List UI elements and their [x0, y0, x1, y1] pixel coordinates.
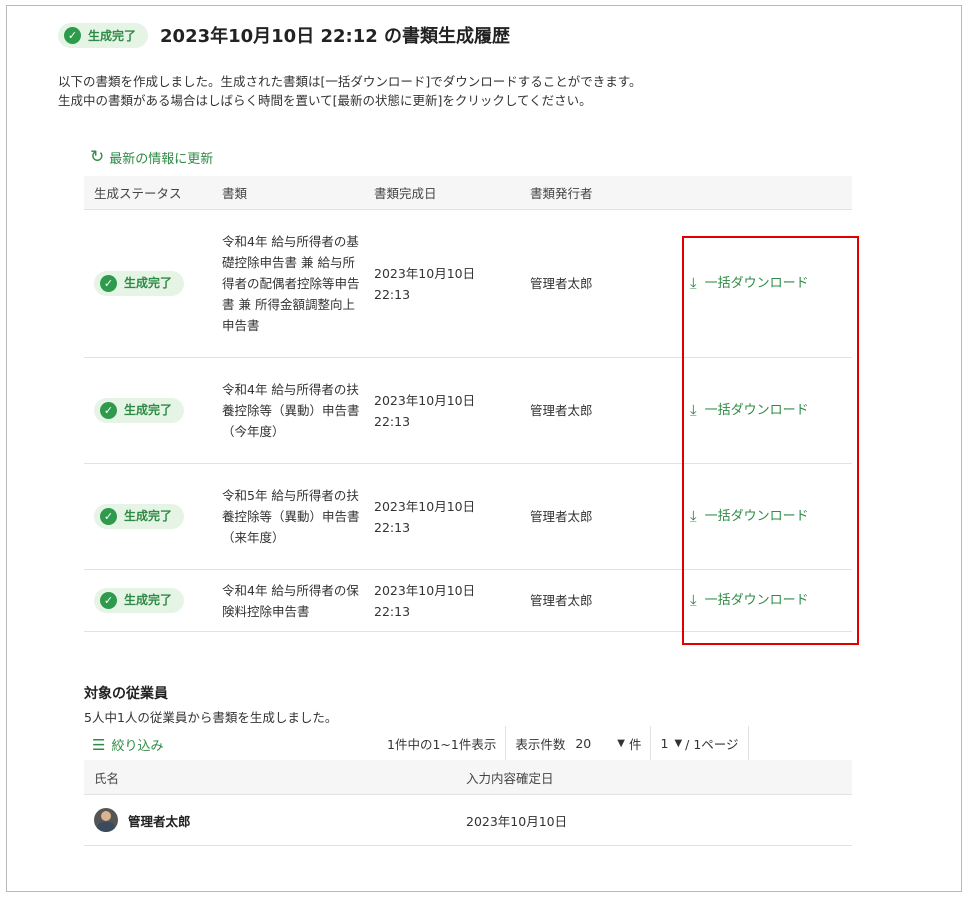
check-circle-icon: ✓	[100, 402, 117, 419]
status-badge-label: 生成完了	[88, 28, 137, 43]
status-badge: ✓ 生成完了	[94, 271, 185, 296]
page-control: 1 ▼ / 1ページ	[651, 726, 749, 760]
per-page-control: 表示件数 20 ▼ 件	[506, 726, 652, 760]
bulk-download-label: 一括ダウンロード	[704, 509, 809, 524]
refresh-icon: ↻	[90, 147, 105, 167]
result-range: 1件中の1~1件表示	[378, 726, 507, 760]
pagination: 1件中の1~1件表示 表示件数 20 ▼ 件 1 ▼ / 1ページ	[378, 726, 749, 760]
refresh-label: 最新の情報に更新	[109, 152, 214, 167]
bulk-download-button[interactable]: ⤓ 一括ダウンロード	[690, 590, 809, 611]
employees-table: 氏名 入力内容確定日 管理者太郎 2023年10月10日	[84, 760, 852, 846]
per-page-unit: 件	[628, 736, 642, 752]
completed-time: 22:13	[374, 413, 411, 429]
download-icon: ⤓	[690, 274, 697, 292]
table-row[interactable]: 管理者太郎 2023年10月10日	[84, 794, 852, 846]
column-header-issuer: 書類発行者	[530, 176, 680, 210]
dropdown-arrow-icon: ▼	[674, 737, 683, 749]
check-circle-icon: ✓	[100, 508, 117, 525]
bulk-download-label: 一括ダウンロード	[704, 403, 809, 418]
issuer-name: 管理者太郎	[530, 209, 680, 358]
status-label: 生成完了	[124, 509, 173, 523]
status-label: 生成完了	[124, 276, 173, 290]
page-total: / 1ページ	[685, 736, 739, 752]
document-name: 令和4年 給与所得者の扶養控除等（異動）申告書（今年度）	[222, 382, 360, 439]
page-header: ✓ 生成完了 2023年10月10日 22:12 の書類生成履歴	[58, 22, 510, 48]
per-page-value: 20	[575, 735, 592, 751]
column-header-completed-date: 書類完成日	[374, 176, 530, 210]
completed-date: 2023年10月10日	[374, 392, 476, 408]
documents-table: 生成ステータス 書類 書類完成日 書類発行者 ✓ 生成完了 令和4年 給与所得者…	[84, 176, 852, 632]
status-label: 生成完了	[124, 593, 173, 607]
page-value: 1	[660, 735, 669, 751]
description-line-2: 生成中の書類がある場合はしばらく時間を置いて[最新の状態に更新]をクリックしてく…	[58, 93, 592, 108]
employees-title: 対象の従業員	[84, 686, 168, 702]
completed-time: 22:13	[374, 603, 411, 619]
filter-icon: ☰	[92, 735, 106, 754]
completed-date: 2023年10月10日	[374, 498, 476, 514]
documents-header-row: 生成ステータス 書類 書類完成日 書類発行者	[84, 176, 852, 210]
status-badge: ✓ 生成完了	[94, 588, 185, 613]
completed-time: 22:13	[374, 286, 411, 302]
dropdown-arrow-icon: ▼	[617, 737, 625, 749]
bulk-download-button[interactable]: ⤓ 一括ダウンロード	[690, 273, 809, 294]
bulk-download-label: 一括ダウンロード	[704, 593, 809, 608]
employees-subtitle: 5人中1人の従業員から書類を生成しました。	[84, 710, 338, 725]
completed-time: 22:13	[374, 519, 411, 535]
filter-button[interactable]: ☰ 絞り込み	[92, 735, 164, 755]
status-label: 生成完了	[124, 403, 173, 417]
document-name: 令和4年 給与所得者の基礎控除申告書 兼 給与所得者の配偶者控除等申告書 兼 所…	[222, 234, 360, 333]
employee-name: 管理者太郎	[128, 813, 191, 829]
refresh-button[interactable]: ↻ 最新の情報に更新	[90, 147, 214, 168]
check-circle-icon: ✓	[100, 275, 117, 292]
employees-header-row: 氏名 入力内容確定日	[84, 760, 852, 795]
issuer-name: 管理者太郎	[530, 357, 680, 464]
document-name: 令和4年 給与所得者の保険料控除申告書	[222, 582, 359, 619]
description-line-1: 以下の書類を作成しました。生成された書類は[一括ダウンロード]でダウンロードする…	[58, 74, 642, 89]
completed-date: 2023年10月10日	[374, 582, 476, 598]
document-name: 令和5年 給与所得者の扶養控除等（異動）申告書（来年度）	[222, 488, 360, 545]
issuer-name: 管理者太郎	[530, 569, 680, 632]
download-icon: ⤓	[690, 507, 697, 525]
column-header-action	[680, 176, 852, 210]
check-circle-icon: ✓	[100, 592, 117, 609]
page-title: 2023年10月10日 22:12 の書類生成履歴	[160, 26, 511, 47]
status-badge: ✓ 生成完了	[58, 22, 149, 48]
status-badge: ✓ 生成完了	[94, 504, 185, 529]
bulk-download-button[interactable]: ⤓ 一括ダウンロード	[690, 400, 809, 421]
avatar	[94, 808, 118, 832]
column-header-status: 生成ステータス	[84, 176, 222, 210]
status-badge: ✓ 生成完了	[94, 398, 185, 423]
description: 以下の書類を作成しました。生成された書類は[一括ダウンロード]でダウンロードする…	[58, 72, 642, 110]
table-row: ✓ 生成完了 令和4年 給与所得者の扶養控除等（異動）申告書（今年度） 2023…	[84, 357, 852, 464]
confirmed-date: 2023年10月10日	[466, 794, 852, 846]
table-row: ✓ 生成完了 令和4年 給与所得者の保険料控除申告書 2023年10月10日 2…	[84, 569, 852, 632]
per-page-label: 表示件数	[515, 736, 566, 752]
issuer-name: 管理者太郎	[530, 463, 680, 570]
table-row: ✓ 生成完了 令和5年 給与所得者の扶養控除等（異動）申告書（来年度） 2023…	[84, 463, 852, 570]
table-row: ✓ 生成完了 令和4年 給与所得者の基礎控除申告書 兼 給与所得者の配偶者控除等…	[84, 209, 852, 358]
check-circle-icon: ✓	[64, 26, 81, 44]
download-icon: ⤓	[690, 591, 697, 609]
per-page-select[interactable]: 20 ▼	[575, 736, 625, 751]
bulk-download-button[interactable]: ⤓ 一括ダウンロード	[690, 506, 809, 527]
bulk-download-label: 一括ダウンロード	[704, 276, 809, 291]
employee-name-cell: 管理者太郎	[84, 808, 466, 832]
column-header-confirmed-date: 入力内容確定日	[466, 760, 852, 795]
completed-date: 2023年10月10日	[374, 265, 476, 281]
column-header-document: 書類	[222, 176, 374, 210]
page-select[interactable]: 1 ▼	[660, 736, 682, 751]
download-icon: ⤓	[690, 401, 697, 419]
column-header-name: 氏名	[84, 760, 466, 795]
filter-label: 絞り込み	[111, 739, 164, 754]
